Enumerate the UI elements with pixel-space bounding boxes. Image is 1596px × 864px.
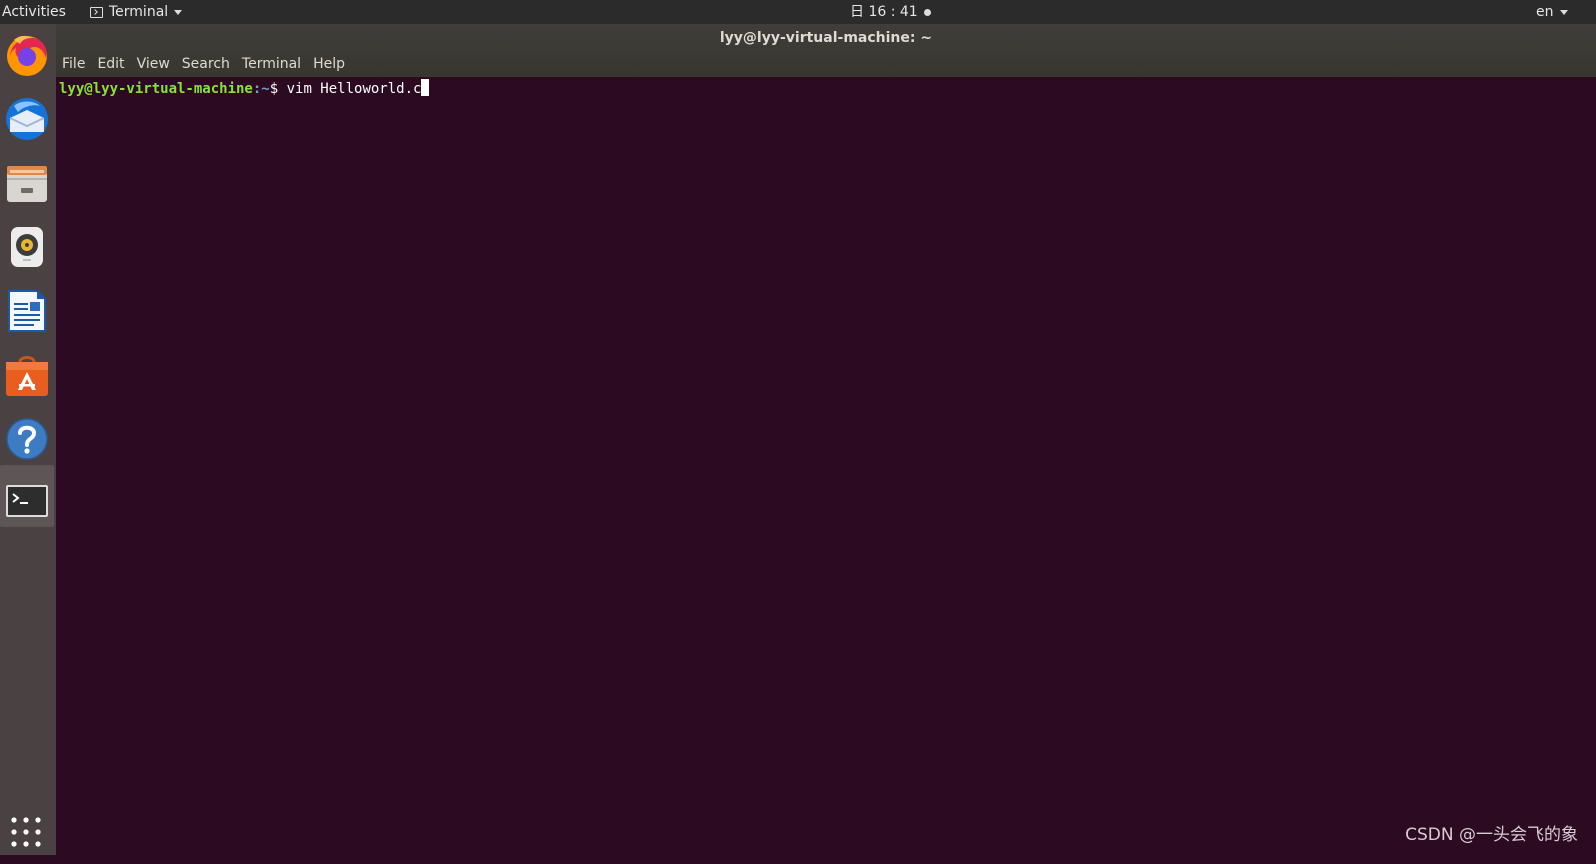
terminal-icon [6,485,48,517]
watermark: CSDN @一头会飞的象 [1405,825,1578,845]
show-apps-icon [11,817,41,847]
menu-edit[interactable]: Edit [97,55,124,73]
input-language-menu[interactable]: en [1536,0,1568,24]
dock-terminal[interactable] [0,472,54,532]
rhythmbox-icon [11,227,43,267]
menu-search[interactable]: Search [182,55,230,73]
window-title: lyy@lyy-virtual-machine: ~ [719,30,933,46]
dock [0,24,56,855]
prompt-symbol: $ [269,81,287,97]
chevron-down-icon [174,9,183,15]
menu-view[interactable]: View [137,55,170,73]
command-text: vim Helloworld.c [286,81,422,97]
terminal-area[interactable]: lyy@lyy-virtual-machine:~$ vim Helloworl… [56,77,1596,855]
text-cursor [421,79,430,96]
dock-help[interactable] [0,410,54,470]
files-icon [7,166,47,202]
thunderbird-icon [6,98,48,140]
activities-button[interactable]: Activities [2,0,66,24]
app-menu[interactable]: Terminal [90,0,183,24]
firefox-icon [7,35,47,76]
menu-bar: File Edit View Search Terminal Help [62,55,345,73]
menu-file[interactable]: File [62,55,85,73]
menu-help[interactable]: Help [313,55,345,73]
prompt-line: lyy@lyy-virtual-machine:~$ vim Helloworl… [59,79,430,98]
writer-icon [8,290,46,332]
dock-software[interactable] [0,346,54,406]
app-menu-label: Terminal [109,4,169,20]
menu-terminal[interactable]: Terminal [242,55,301,73]
notification-dot-icon [923,8,931,16]
dock-firefox[interactable] [0,26,54,86]
dock-rhythmbox[interactable] [0,218,54,278]
language-label: en [1536,4,1554,20]
help-icon [6,418,48,460]
prompt-user-host: lyy@lyy-virtual-machine [59,81,253,97]
chevron-down-icon [1559,9,1568,15]
dock-writer[interactable] [0,282,54,342]
clock[interactable]: 日 16 : 41 [850,0,931,24]
clock-text: 日 16 : 41 [850,4,918,20]
dock-show-apps[interactable] [0,804,54,864]
dock-files[interactable] [0,154,54,214]
prompt-path: :~ [252,81,270,97]
top-bar: Activities Terminal 日 16 : 41 en [0,0,1596,24]
terminal-small-icon [90,6,103,18]
window-titlebar[interactable]: lyy@lyy-virtual-machine: ~ File Edit Vie… [56,24,1596,77]
dock-thunderbird[interactable] [0,90,54,150]
software-icon [6,356,48,396]
